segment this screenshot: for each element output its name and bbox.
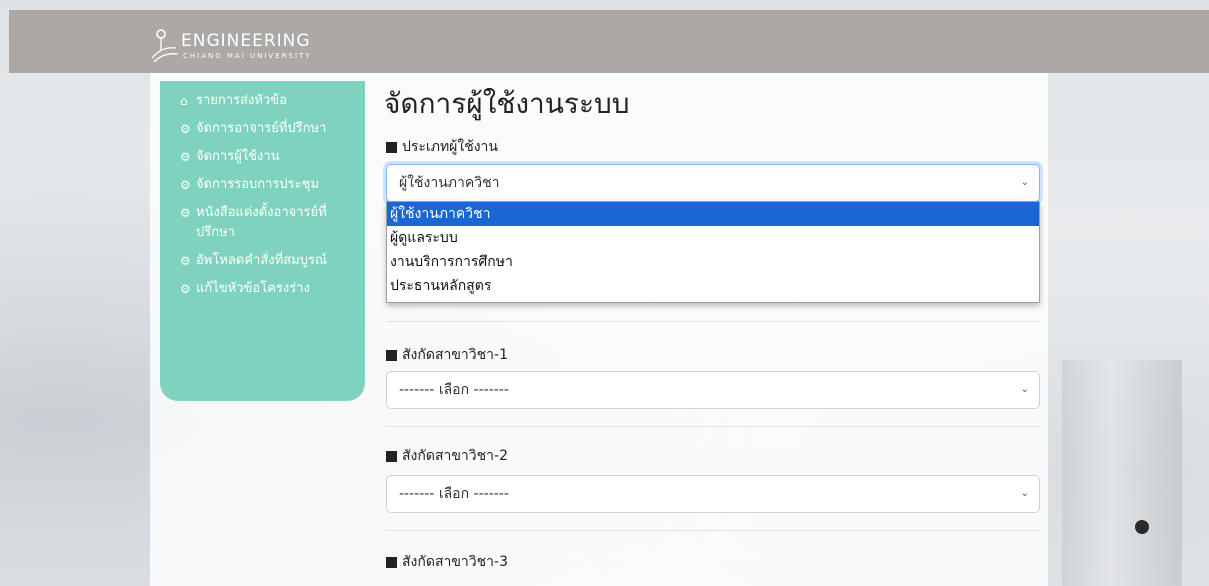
sidebar-item-label: อัพโหลดคำสั่งที่สมบูรณ์ — [196, 253, 327, 268]
divider — [386, 321, 1040, 322]
background-shelf-image — [1062, 360, 1182, 586]
sidebar-item-label: จัดการผู้ใช้งาน — [196, 149, 280, 164]
user-type-option[interactable]: ผู้ดูแลระบบ — [387, 226, 1039, 250]
sidebar-item-label: จัดการรอบการประชุม — [196, 177, 320, 192]
chevron-down-icon: ⌄ — [1020, 177, 1029, 188]
user-type-dropdown: ผู้ใช้งานภาควิชา ผู้ดูแลระบบ งานบริการกา… — [386, 201, 1040, 303]
sidebar-item-topic-list[interactable]: ⌂ รายการส่งหัวข้อ — [180, 91, 359, 111]
sidebar-item-upload-orders[interactable]: ⚙ อัพโหลดคำสั่งที่สมบูรณ์ — [180, 251, 359, 271]
square-bullet-icon — [386, 450, 397, 462]
user-type-option[interactable]: ผู้ใช้งานภาควิชา — [387, 202, 1039, 226]
user-type-select[interactable]: ผู้ใช้งานภาควิชา ⌄ — [386, 164, 1040, 202]
chevron-down-icon: ⌄ — [1020, 488, 1029, 499]
engineering-logo-icon — [151, 29, 179, 63]
logo-title: ENGINEERING — [181, 31, 311, 51]
dept1-label: สังกัดสาขาวิชา-1 — [386, 344, 508, 366]
home-icon: ⌂ — [180, 94, 188, 108]
page-title: จัดการผู้ใช้งานระบบ — [384, 87, 630, 120]
background-knob-image — [1135, 520, 1149, 534]
logo-subtitle: CHIANG MAI UNIVERSITY — [183, 52, 312, 60]
gear-icon: ⚙ — [180, 150, 191, 164]
divider — [386, 426, 1040, 427]
square-bullet-icon — [386, 141, 397, 153]
dept3-label: สังกัดสาขาวิชา-3 — [386, 551, 508, 573]
square-bullet-icon — [386, 556, 397, 568]
dept2-label: สังกัดสาขาวิชา-2 — [386, 445, 508, 467]
sidebar-item-edit-outline[interactable]: ⚙ แก้ไขหัวข้อโครงร่าง — [180, 279, 359, 299]
chevron-down-icon: ⌄ — [1020, 384, 1029, 395]
gear-icon: ⚙ — [180, 206, 191, 220]
sidebar-item-label: หนังสือแต่งตั้งอาจารย์ที่ปรึกษา — [196, 205, 327, 240]
gear-icon: ⚙ — [180, 178, 191, 192]
dept1-select[interactable]: ------- เลือก ------- ⌄ — [386, 371, 1040, 409]
user-type-option[interactable]: ประธานหลักสูตร — [387, 274, 1039, 298]
user-type-option[interactable]: งานบริการการศึกษา — [387, 250, 1039, 274]
gear-icon: ⚙ — [180, 122, 191, 136]
square-bullet-icon — [386, 349, 397, 361]
divider — [386, 530, 1040, 531]
sidebar-item-label: จัดการอาจารย์ที่ปรึกษา — [196, 121, 327, 136]
sidebar-item-meetings[interactable]: ⚙ จัดการรอบการประชุม — [180, 175, 359, 195]
sidebar-item-users[interactable]: ⚙ จัดการผู้ใช้งาน — [180, 147, 359, 167]
gear-icon: ⚙ — [180, 254, 191, 268]
sidebar: ⌂ รายการส่งหัวข้อ ⚙ จัดการอาจารย์ที่ปรึก… — [160, 81, 365, 401]
gear-icon: ⚙ — [180, 282, 191, 296]
dept2-select[interactable]: ------- เลือก ------- ⌄ — [386, 475, 1040, 513]
logo[interactable]: ENGINEERING CHIANG MAI UNIVERSITY — [148, 28, 368, 66]
user-type-label: ประเภทผู้ใช้งาน — [386, 136, 498, 158]
sidebar-item-appointment-letter[interactable]: ⚙ หนังสือแต่งตั้งอาจารย์ที่ปรึกษา — [180, 203, 359, 243]
sidebar-item-advisors[interactable]: ⚙ จัดการอาจารย์ที่ปรึกษา — [180, 119, 359, 139]
sidebar-item-label: รายการส่งหัวข้อ — [196, 93, 287, 108]
sidebar-item-label: แก้ไขหัวข้อโครงร่าง — [196, 281, 310, 296]
